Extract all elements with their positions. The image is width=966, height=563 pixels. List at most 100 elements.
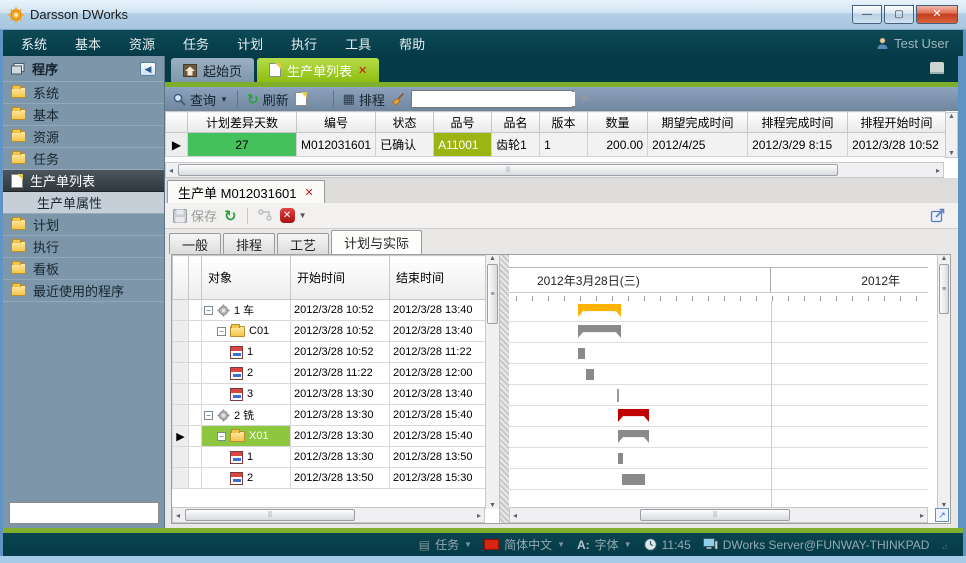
statusbar-language[interactable]: 简体中文 ▼ bbox=[484, 536, 565, 553]
subtab-一般[interactable]: 一般 bbox=[169, 233, 221, 254]
sidebar-item-执行[interactable]: 执行 bbox=[3, 236, 164, 258]
menu-item-工具[interactable]: 工具 bbox=[345, 34, 371, 53]
gantt-zoom-fit-button[interactable]: ↗ bbox=[935, 508, 949, 522]
sidebar-item-任务[interactable]: 任务 bbox=[3, 148, 164, 170]
sidebar-item-看板[interactable]: 看板 bbox=[3, 258, 164, 280]
tree-horizontal-scrollbar[interactable]: ◂ ⠿ ▸ bbox=[172, 507, 485, 523]
tree-column-header[interactable]: 结束时间 bbox=[390, 256, 486, 300]
new-button[interactable] bbox=[295, 92, 307, 106]
tree-vertical-scrollbar[interactable]: ▲≡ ▼ bbox=[485, 255, 499, 509]
menu-item-任务[interactable]: 任务 bbox=[183, 34, 209, 53]
gantt-bar-task[interactable] bbox=[622, 474, 645, 485]
subtab-工艺[interactable]: 工艺 bbox=[277, 233, 329, 254]
sidebar-collapse-button[interactable]: ◀ bbox=[140, 62, 156, 76]
grid-column-header[interactable]: 品名 bbox=[492, 112, 540, 133]
open-external-button[interactable] bbox=[930, 207, 946, 223]
query-button[interactable]: 查询 ▼ bbox=[173, 90, 228, 109]
folder-icon bbox=[11, 153, 26, 164]
list-filter-input[interactable] bbox=[420, 92, 575, 106]
tree-row[interactable]: 22012/3/28 13:502012/3/28 15:30 bbox=[173, 468, 486, 489]
tree-gantt-splitter[interactable] bbox=[500, 255, 509, 523]
menu-item-执行[interactable]: 执行 bbox=[291, 34, 317, 53]
shield-error-icon: ✕ bbox=[280, 208, 295, 223]
clear-button[interactable] bbox=[391, 93, 405, 106]
clipboard-icon: ▤ bbox=[419, 538, 430, 552]
workflow-button[interactable] bbox=[258, 209, 273, 222]
validate-button[interactable]: ✕ ▼ bbox=[280, 208, 307, 223]
gantt-day-separator bbox=[771, 301, 772, 523]
tree-spacer bbox=[189, 300, 202, 321]
menu-item-资源[interactable]: 资源 bbox=[129, 34, 155, 53]
tree-expander-icon[interactable]: − bbox=[204, 411, 213, 420]
tree-row[interactable]: 32012/3/28 13:302012/3/28 13:40 bbox=[173, 384, 486, 405]
sidebar-item-基本[interactable]: 基本 bbox=[3, 104, 164, 126]
grid-horizontal-scrollbar[interactable]: ◂ ⠿ ▸ bbox=[165, 162, 944, 178]
schedule-button[interactable]: ▦ 排程 bbox=[343, 90, 385, 109]
gantt-row bbox=[509, 364, 928, 385]
sidebar-item-最近使用的程序[interactable]: 最近使用的程序 bbox=[3, 280, 164, 302]
tree-expander-icon[interactable]: − bbox=[217, 432, 226, 441]
grid-column-header[interactable]: 状态 bbox=[376, 112, 434, 133]
list-filter-clear-icon[interactable]: ✕ bbox=[579, 91, 590, 107]
grid-column-header[interactable]: 排程完成时间 bbox=[748, 112, 848, 133]
grid-column-header[interactable]: 期望完成时间 bbox=[648, 112, 748, 133]
tree-column-header[interactable]: 对象 bbox=[202, 256, 291, 300]
sidebar-search-input[interactable] bbox=[20, 506, 175, 520]
order-doc-tab-close-icon[interactable]: ✕ bbox=[305, 186, 314, 199]
grid-column-header[interactable]: 编号 bbox=[297, 112, 376, 133]
subtab-计划与实际[interactable]: 计划与实际 bbox=[331, 230, 422, 254]
window-pin-icon[interactable] bbox=[930, 62, 944, 72]
tab-production-order-list[interactable]: 生产单列表 ✕ bbox=[257, 58, 379, 82]
tree-row[interactable]: −1 车2012/3/28 10:522012/3/28 13:40 bbox=[173, 300, 486, 321]
order-doc-tab[interactable]: 生产单 M012031601 ✕ bbox=[167, 180, 325, 203]
gantt-bar-task[interactable] bbox=[618, 453, 623, 464]
gantt-bar-task[interactable] bbox=[578, 348, 585, 359]
gantt-bar-task[interactable] bbox=[586, 369, 594, 380]
tree-row[interactable]: −C012012/3/28 10:522012/3/28 13:40 bbox=[173, 321, 486, 342]
save-button[interactable]: 保存 bbox=[173, 206, 217, 225]
grid-column-header[interactable]: 数量 bbox=[588, 112, 648, 133]
reload-button[interactable]: ↻ bbox=[224, 207, 237, 225]
sidebar-item-计划[interactable]: 计划 bbox=[3, 214, 164, 236]
grid-column-header[interactable]: 排程开始时间 bbox=[848, 112, 946, 133]
tab-close-icon[interactable]: ✕ bbox=[358, 64, 367, 77]
tree-row[interactable]: 22012/3/28 11:222012/3/28 12:00 bbox=[173, 363, 486, 384]
tree-row[interactable]: 12012/3/28 10:522012/3/28 11:22 bbox=[173, 342, 486, 363]
gantt-vertical-scrollbar[interactable]: ▲≡ ▼ bbox=[937, 255, 950, 509]
tab-home[interactable]: 起始页 bbox=[171, 58, 254, 82]
edit-button[interactable]: ✎ bbox=[313, 91, 324, 107]
user-indicator[interactable]: Test User bbox=[876, 36, 949, 51]
tree-expander-icon[interactable]: − bbox=[217, 327, 226, 336]
grid-row[interactable]: ▶27M012031601已确认A11001齿轮11200.002012/4/2… bbox=[166, 133, 946, 157]
grid-column-header[interactable]: 计划差异天数 bbox=[188, 112, 297, 133]
menu-item-计划[interactable]: 计划 bbox=[237, 34, 263, 53]
statusbar-tasks[interactable]: ▤ 任务 ▼ bbox=[419, 536, 472, 553]
tree-row[interactable]: ▶−X012012/3/28 13:302012/3/28 15:40 bbox=[173, 426, 486, 447]
sidebar-item-系统[interactable]: 系统 bbox=[3, 82, 164, 104]
sidebar-header: 程序 ◀ bbox=[3, 56, 164, 82]
tree-row[interactable]: −2 铣2012/3/28 13:302012/3/28 15:40 bbox=[173, 405, 486, 426]
gantt-bar-milestone[interactable] bbox=[617, 389, 619, 402]
tree-row[interactable]: 12012/3/28 13:302012/3/28 13:50 bbox=[173, 447, 486, 468]
grid-column-header[interactable]: 版本 bbox=[540, 112, 588, 133]
close-button[interactable]: ✕ bbox=[916, 5, 958, 24]
statusbar-font[interactable]: A: 字体 ▼ bbox=[577, 536, 632, 553]
sidebar-item-生产单属性[interactable]: 生产单属性 bbox=[3, 192, 164, 214]
row-marker bbox=[173, 447, 189, 468]
tree-expander-icon[interactable]: − bbox=[204, 306, 213, 315]
grid-vertical-scrollbar[interactable]: ▲▼ bbox=[945, 112, 958, 158]
resize-grip[interactable]: ⣠ bbox=[941, 539, 949, 550]
tree-column-header[interactable]: 开始时间 bbox=[291, 256, 390, 300]
server-monitor-icon bbox=[703, 538, 718, 551]
grid-column-header[interactable]: 品号 bbox=[434, 112, 492, 133]
refresh-button[interactable]: ↻ 刷新 bbox=[247, 90, 289, 109]
menu-item-基本[interactable]: 基本 bbox=[75, 34, 101, 53]
minimize-button[interactable]: — bbox=[852, 5, 882, 24]
sidebar-item-资源[interactable]: 资源 bbox=[3, 126, 164, 148]
gantt-horizontal-scrollbar[interactable]: ◂ ⠿ ▸ bbox=[509, 507, 928, 523]
menu-item-帮助[interactable]: 帮助 bbox=[399, 34, 425, 53]
subtab-排程[interactable]: 排程 bbox=[223, 233, 275, 254]
maximize-button[interactable]: ▢ bbox=[884, 5, 914, 24]
menu-item-系统[interactable]: 系统 bbox=[21, 34, 47, 53]
sidebar-item-生产单列表[interactable]: 生产单列表 bbox=[3, 170, 164, 192]
